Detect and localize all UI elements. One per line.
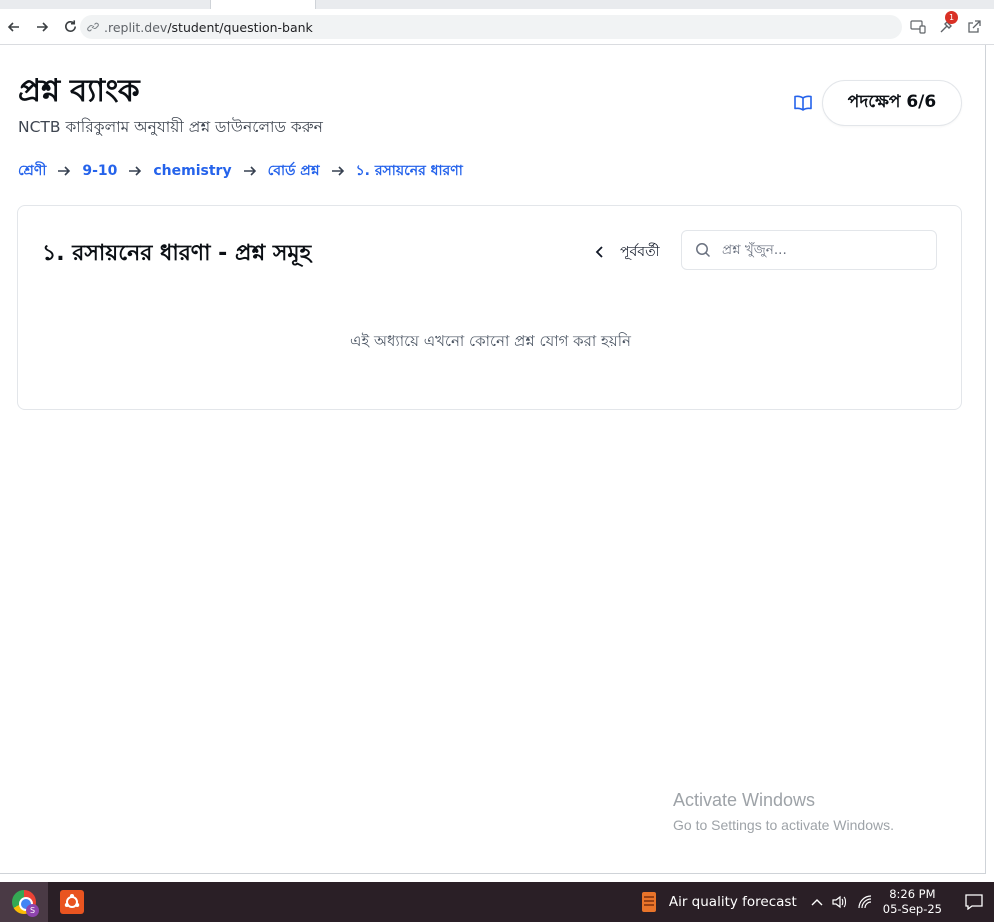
back-arrow-icon [7,21,19,32]
cast-button[interactable] [908,17,928,37]
ubuntu-icon [60,890,84,914]
browser-tabstrip [0,0,994,9]
search-icon [694,241,712,259]
watermark-subtitle: Go to Settings to activate Windows. [673,817,894,833]
previous-button[interactable]: পূর্ববর্তী [592,240,660,264]
empty-state-message: এই অধ্যায়ে এখনো কোনো প্রশ্ন যোগ করা হয়… [349,332,631,350]
previous-label: পূর্ববর্তী [620,244,660,260]
browser-active-tab[interactable] [210,0,316,9]
questions-card: ১. রসায়নের ধারণা - প্রশ্ন সমূহ পূর্ববর্… [17,205,962,410]
clock-date: 05-Sep-25 [882,902,942,916]
notification-icon [965,894,983,910]
show-hidden-icons-button[interactable] [811,898,823,906]
network-button[interactable] [857,895,873,909]
reload-icon [64,20,76,32]
browser-toolbar: .replit.dev/student/question-bank 1 [0,9,994,45]
breadcrumb-question-type[interactable]: বোর্ড প্রশ্ন [268,159,320,183]
step-indicator: পদক্ষেপ 6/6 [822,80,962,126]
forward-arrow-icon [37,21,49,32]
volume-icon [832,895,846,909]
toolbar-actions: 1 [908,11,984,39]
arrow-right-icon [330,163,346,179]
chrome-icon: S [12,890,39,917]
chevron-up-icon [811,899,823,906]
forward-button[interactable] [28,13,56,41]
card-title: ১. রসায়নের ধারণা - প্রশ্ন সমূহ [42,241,312,266]
search-input[interactable] [722,242,922,258]
open-external-button[interactable] [964,17,984,37]
wifi-icon [858,895,871,909]
breadcrumb-grade[interactable]: 9-10 [82,163,117,179]
taskbar-clock[interactable]: 8:26 PM 05-Sep-25 [883,887,942,917]
chevron-left-icon [592,244,608,260]
back-button[interactable] [0,13,28,41]
open-external-icon [968,20,981,33]
link-icon [86,20,100,34]
url-path: /student/question-bank [167,19,313,35]
air-quality-icon [641,892,656,912]
extensions-button[interactable]: 1 [936,11,958,37]
notification-center-button[interactable] [954,882,994,922]
windows-taskbar: S Air quality forecast 8:26 PM 05-Sep-25 [0,882,994,922]
breadcrumb-chapter: ১. রসায়নের ধারণা [355,163,463,179]
book-button[interactable] [792,93,814,113]
arrow-right-icon [127,163,143,179]
arrow-right-icon [56,163,72,179]
search-box [681,230,937,270]
page-title: প্রশ্ন ব্যাংক [18,73,140,109]
breadcrumb-subject[interactable]: chemistry [153,163,231,179]
taskbar-ubuntu[interactable] [48,882,96,922]
weather-widget[interactable]: Air quality forecast [639,891,797,913]
address-bar[interactable]: .replit.dev/student/question-bank [80,15,902,39]
windows-activation-watermark: Activate Windows Go to Settings to activ… [673,790,894,833]
url-host: .replit.dev [104,19,168,35]
breadcrumb: শ্রেণী 9-10 chemistry বোর্ড প্রশ্ন ১. রস… [18,161,463,181]
weather-label: Air quality forecast [668,894,797,910]
clock-time: 8:26 PM [889,887,936,901]
taskbar-chrome[interactable]: S [0,882,48,922]
watermark-title: Activate Windows [673,790,816,810]
page-subtitle: NCTB কারিকুলাম অনুযায়ী প্রশ্ন ডাউনলোড ক… [18,118,323,136]
arrow-right-icon [242,163,258,179]
chrome-profile-badge: S [26,904,39,917]
system-tray: Air quality forecast 8:26 PM 05-Sep-25 [639,882,994,922]
page-viewport: প্রশ্ন ব্যাংক NCTB কারিকুলাম অনুযায়ী প্… [0,45,986,874]
extension-badge: 1 [945,11,958,24]
volume-button[interactable] [831,895,847,909]
cast-icon [910,20,926,34]
breadcrumb-class[interactable]: শ্রেণী [18,159,46,183]
book-icon [794,95,812,111]
